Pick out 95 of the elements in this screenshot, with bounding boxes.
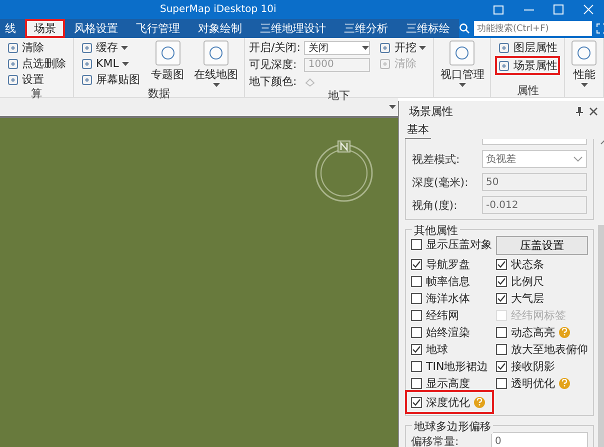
checkbox-option[interactable]: 显示压盖对象 bbox=[411, 236, 492, 252]
checkbox-option[interactable]: TIN地形裙边 bbox=[411, 358, 492, 374]
ribbon-button[interactable]: 图层属性 bbox=[495, 40, 560, 55]
checkbox-option[interactable]: 大气层 bbox=[496, 290, 588, 306]
group-label: 地下 bbox=[327, 89, 352, 102]
tool-icon bbox=[498, 60, 510, 72]
field-label: 深度(毫米): bbox=[412, 174, 470, 190]
tool-icon bbox=[7, 74, 19, 86]
checkbox-option[interactable]: 显示高度 bbox=[411, 375, 492, 391]
field-label: 可见深度: bbox=[249, 57, 298, 72]
field-label: 开启/关闭: bbox=[249, 40, 300, 55]
field-label: 偏移常量: bbox=[411, 434, 460, 447]
checkbox[interactable] bbox=[411, 292, 422, 304]
tool-icon bbox=[7, 42, 19, 54]
fullscreen-icon[interactable] bbox=[596, 23, 604, 34]
checkbox[interactable] bbox=[496, 378, 507, 388]
search-field[interactable]: 功能搜索(Ctrl+F) bbox=[474, 21, 592, 36]
checkbox-option[interactable]: 动态高亮 bbox=[496, 324, 588, 340]
group-label: 属性 bbox=[516, 84, 540, 97]
checkbox[interactable] bbox=[411, 344, 422, 354]
checkbox-option[interactable]: 海洋水体 bbox=[411, 290, 492, 306]
tool-icon bbox=[379, 58, 392, 70]
checkbox[interactable] bbox=[496, 292, 507, 304]
checkbox-option[interactable]: 状态条 bbox=[496, 256, 588, 272]
checkbox[interactable] bbox=[411, 310, 422, 320]
caret-icon bbox=[362, 46, 370, 50]
checkbox-option[interactable]: 导航罗盘 bbox=[411, 256, 492, 272]
ribbon-button[interactable]: 缓存 bbox=[78, 40, 143, 55]
checkbox[interactable] bbox=[411, 238, 422, 250]
ribbon-button[interactable]: 屏幕贴图 bbox=[78, 72, 143, 87]
checkbox[interactable] bbox=[496, 360, 507, 372]
ribbon-tab[interactable]: 飞行管理 bbox=[127, 19, 189, 38]
checkbox-option[interactable]: 始终渲染 bbox=[411, 324, 492, 340]
ribbon-large-button[interactable]: 性能 bbox=[569, 40, 600, 87]
tool-icon bbox=[379, 42, 392, 54]
field-label: 视差模式: bbox=[412, 152, 461, 166]
checkbox-option[interactable]: 比例尺 bbox=[496, 273, 588, 289]
checkbox[interactable] bbox=[411, 258, 422, 270]
input-field[interactable]: 50 bbox=[482, 173, 587, 191]
ribbon-button[interactable]: 场景属性 bbox=[495, 56, 560, 75]
search-icon bbox=[459, 23, 470, 34]
group-title: 其他属性 bbox=[412, 223, 460, 238]
group-label: 算 bbox=[30, 87, 43, 100]
panel-tab[interactable]: 基本 bbox=[405, 121, 431, 139]
caret-icon bbox=[389, 105, 396, 109]
input-field[interactable] bbox=[482, 139, 587, 145]
checkbox-option[interactable]: 地球 bbox=[411, 341, 492, 357]
checkbox-option[interactable]: 帧率信息 bbox=[411, 273, 492, 289]
ribbon-tab[interactable]: 对象绘制 bbox=[189, 19, 251, 38]
ribbon-tab[interactable]: 线 bbox=[0, 19, 25, 38]
pin-icon[interactable] bbox=[576, 106, 583, 116]
ribbon-tab[interactable]: 风格设置 bbox=[65, 19, 127, 38]
group-label: 数据 bbox=[147, 87, 171, 100]
field-label: 地下颜色: bbox=[249, 74, 298, 89]
checkbox-option[interactable]: 透明优化 bbox=[496, 375, 588, 391]
ribbon-tab[interactable]: 场景 bbox=[25, 19, 65, 38]
checkbox[interactable] bbox=[411, 378, 422, 388]
checkbox[interactable] bbox=[411, 326, 422, 338]
ribbon-button[interactable]: KML bbox=[78, 56, 143, 71]
window-title: SuperMap iDesktop 10i bbox=[160, 4, 278, 15]
checkbox-option[interactable]: 深度优化 bbox=[407, 392, 492, 412]
input-field[interactable]: -0.012 bbox=[482, 196, 587, 214]
tool-icon bbox=[81, 74, 93, 86]
checkbox-option[interactable]: 放大至地表俯仰 bbox=[496, 341, 588, 357]
checkbox-option[interactable]: 经纬网 bbox=[411, 307, 492, 323]
ribbon-tab[interactable]: 三维分析 bbox=[335, 19, 397, 38]
panel-title: 场景属性 bbox=[409, 104, 454, 118]
ribbon-large-button[interactable]: 视口管理 bbox=[438, 40, 486, 87]
tool-icon bbox=[498, 42, 510, 54]
ribbon-large-button[interactable]: 专题图 bbox=[149, 40, 186, 87]
ribbon-button[interactable]: 设置 bbox=[4, 72, 69, 87]
tool-icon bbox=[7, 58, 19, 70]
tool-icon bbox=[81, 58, 93, 70]
input-field[interactable]: 0 bbox=[491, 432, 588, 447]
checkbox[interactable] bbox=[496, 326, 507, 338]
select-field[interactable]: 负视差 bbox=[482, 150, 587, 168]
select-field[interactable]: 关闭 bbox=[304, 40, 370, 54]
checkbox[interactable] bbox=[411, 396, 422, 408]
checkbox[interactable] bbox=[411, 360, 422, 372]
ribbon-tab[interactable]: 三维地理设计 bbox=[251, 19, 335, 38]
ribbon-tab[interactable]: 三维标绘 bbox=[397, 19, 459, 38]
ribbon-button[interactable]: 清除 bbox=[4, 40, 69, 55]
checkbox[interactable] bbox=[496, 276, 507, 286]
ribbon-button[interactable]: 点选删除 bbox=[4, 56, 69, 71]
ribbon-large-button[interactable]: 在线地图 bbox=[192, 40, 240, 87]
checkbox[interactable] bbox=[496, 258, 507, 270]
group-title: 地球多边形偏移 bbox=[412, 419, 493, 434]
overlap-settings-button[interactable]: 压盖设置 bbox=[496, 236, 588, 255]
field-label: 视角(度): bbox=[412, 198, 458, 212]
tool-icon bbox=[81, 42, 93, 54]
close-icon[interactable] bbox=[589, 106, 598, 116]
checkbox[interactable] bbox=[411, 276, 422, 286]
checkbox[interactable] bbox=[496, 344, 507, 354]
checkbox-option[interactable]: 接收阴影 bbox=[496, 358, 588, 374]
ribbon-button[interactable]: 开挖 bbox=[376, 40, 430, 55]
